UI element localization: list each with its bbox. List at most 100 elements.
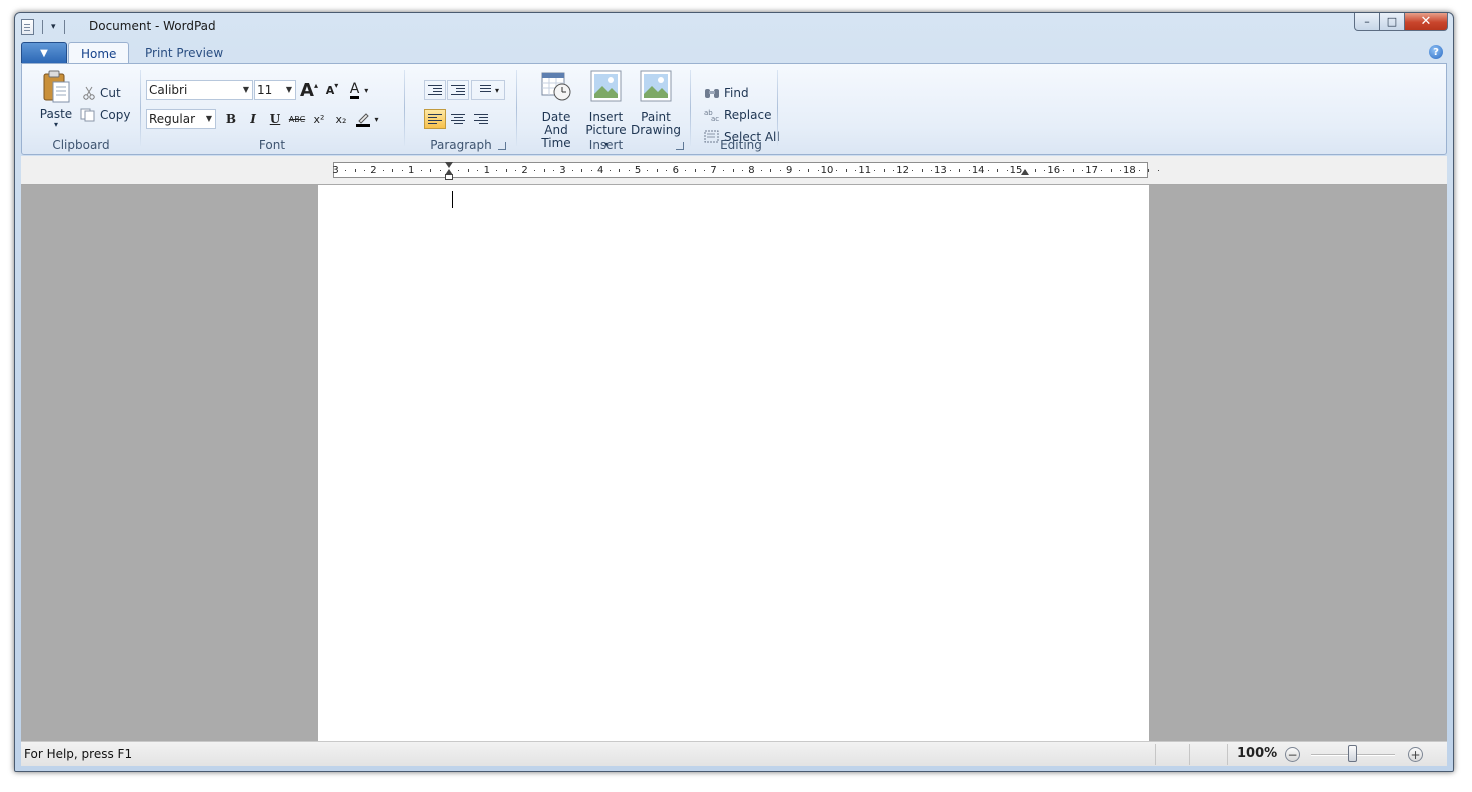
ruler-label: 5	[634, 165, 642, 176]
ruler-tick	[770, 169, 772, 172]
minimize-button[interactable]: –	[1354, 13, 1380, 31]
zoom-in-button[interactable]: +	[1408, 747, 1423, 762]
ruler-tick	[1072, 169, 1074, 172]
paint-drawing-button[interactable]: Paint Drawing	[631, 70, 681, 137]
shrink-font-button[interactable]: A ▾	[322, 80, 342, 100]
increase-indent-button[interactable]	[447, 80, 469, 100]
first-line-indent-marker[interactable]	[445, 162, 453, 168]
font-family-dropdown-icon[interactable]: ▼	[243, 81, 249, 99]
ruler-tick	[949, 170, 951, 171]
ruler-tick	[874, 170, 876, 171]
document-icon[interactable]	[21, 19, 34, 35]
clipboard-group: Paste ▾ Cut Copy Clipboard	[22, 64, 140, 154]
paragraph-dialog-launcher-icon[interactable]	[498, 142, 506, 150]
strikethrough-button[interactable]: ABC	[287, 109, 307, 129]
paste-button[interactable]: Paste ▾	[34, 70, 78, 129]
highlight-dropdown-icon[interactable]: ▾	[374, 115, 378, 124]
ruler-tick	[363, 170, 365, 171]
ruler-tick	[467, 169, 469, 172]
bold-button[interactable]: B	[221, 109, 241, 129]
tab-print-preview[interactable]: Print Preview	[133, 42, 235, 64]
paint-drawing-icon	[640, 70, 672, 102]
decrease-indent-icon	[428, 85, 442, 95]
font-color-button[interactable]: A ▾	[344, 80, 374, 100]
binoculars-icon	[705, 89, 719, 98]
editing-group-label: Editing	[720, 138, 762, 152]
status-bar: For Help, press F1 100% − +	[21, 741, 1447, 766]
picture-label-text: Picture	[585, 123, 627, 137]
ruler-label: 16	[1047, 165, 1061, 176]
underline-button[interactable]: U	[265, 109, 285, 129]
ribbon-panel: Paste ▾ Cut Copy Clipboard Calibri ▼ 11 …	[21, 63, 1447, 155]
ruler-tick	[959, 169, 961, 172]
help-icon[interactable]: ?	[1429, 45, 1443, 59]
align-right-button[interactable]	[470, 109, 492, 129]
ruler-tick	[930, 170, 932, 171]
ruler-label: 12	[896, 165, 909, 176]
document-area[interactable]	[21, 185, 1447, 741]
ruler-tick	[685, 170, 687, 171]
ruler-tick	[1119, 170, 1121, 171]
ruler-tick	[1034, 169, 1036, 172]
ruler-tick	[987, 170, 989, 171]
paint-label-line2: Drawing	[631, 123, 681, 137]
quick-access-toolbar: ▾	[21, 18, 69, 36]
grow-font-button[interactable]: A ▴	[299, 80, 319, 101]
ruler-tick	[817, 170, 819, 171]
left-indent-marker[interactable]	[445, 174, 453, 180]
decrease-indent-button[interactable]	[424, 80, 446, 100]
ruler-tick	[656, 169, 658, 172]
insert-dialog-launcher-icon[interactable]	[676, 142, 684, 150]
font-style-combo[interactable]: Regular ▼	[146, 109, 216, 129]
highlight-color-button[interactable]: ▾	[352, 109, 382, 129]
group-separator	[690, 70, 691, 146]
bullet-list-dropdown-icon[interactable]: ▾	[495, 86, 499, 95]
font-size-dropdown-icon[interactable]: ▼	[286, 81, 292, 99]
ruler-tick	[997, 169, 999, 172]
align-left-button[interactable]	[424, 109, 446, 129]
font-size-combo[interactable]: 11 ▼	[254, 80, 296, 100]
zoom-out-button[interactable]: −	[1285, 747, 1300, 762]
replace-icon: ab ac	[704, 109, 719, 122]
editing-group: Find ab ac Replace Select All Editing	[696, 64, 786, 154]
align-right-icon	[474, 114, 488, 124]
application-menu-button[interactable]: ▼	[21, 42, 67, 64]
scissors-icon	[83, 86, 95, 100]
paste-dropdown-icon[interactable]: ▾	[54, 121, 58, 129]
ruler-tick	[798, 170, 800, 171]
align-center-button[interactable]	[447, 109, 469, 129]
ruler-tick	[836, 170, 838, 171]
highlighter-icon	[356, 113, 371, 127]
zoom-slider-thumb[interactable]	[1348, 745, 1357, 762]
ruler-label: 1	[408, 165, 415, 176]
increase-indent-icon	[451, 85, 465, 95]
font-color-icon: A	[349, 80, 360, 99]
font-color-dropdown-icon[interactable]: ▾	[364, 86, 368, 95]
font-group: Calibri ▼ 11 ▼ A▴ A▾ A ▾ Regular ▼ B I	[146, 64, 398, 154]
maximize-button[interactable]: □	[1380, 13, 1405, 31]
superscript-button[interactable]: x²	[309, 109, 329, 129]
ruler-tick	[912, 170, 914, 171]
bullet-list-button[interactable]: ▾	[471, 80, 505, 100]
ruler-tick	[420, 170, 422, 171]
subscript-button[interactable]: x₂	[331, 109, 351, 129]
find-button[interactable]: Find	[704, 84, 749, 102]
font-style-value: Regular	[149, 112, 196, 126]
status-separator	[1189, 744, 1190, 765]
replace-button[interactable]: ab ac Replace	[704, 106, 771, 124]
customize-qat-dropdown-icon[interactable]: ▾	[51, 20, 56, 34]
italic-button[interactable]: I	[243, 109, 263, 129]
tab-home[interactable]: Home	[68, 42, 130, 65]
horizontal-ruler[interactable]: 3 2 1 1 2 3 4 5 6 7 8 9 10 11 12 13 14 15 16 17 18	[332, 162, 1159, 180]
close-button[interactable]: ✕	[1405, 13, 1448, 31]
ruler-tick	[760, 170, 762, 171]
ruler-tick	[552, 170, 554, 171]
font-style-dropdown-icon[interactable]: ▼	[206, 110, 212, 128]
font-family-combo[interactable]: Calibri ▼	[146, 80, 253, 100]
cut-button[interactable]: Cut	[82, 84, 121, 102]
copy-button[interactable]: Copy	[80, 106, 130, 124]
ruler-tick	[496, 170, 498, 171]
ruler-label: 14	[971, 165, 985, 176]
ruler-tick	[883, 169, 885, 172]
document-page[interactable]	[318, 185, 1149, 741]
